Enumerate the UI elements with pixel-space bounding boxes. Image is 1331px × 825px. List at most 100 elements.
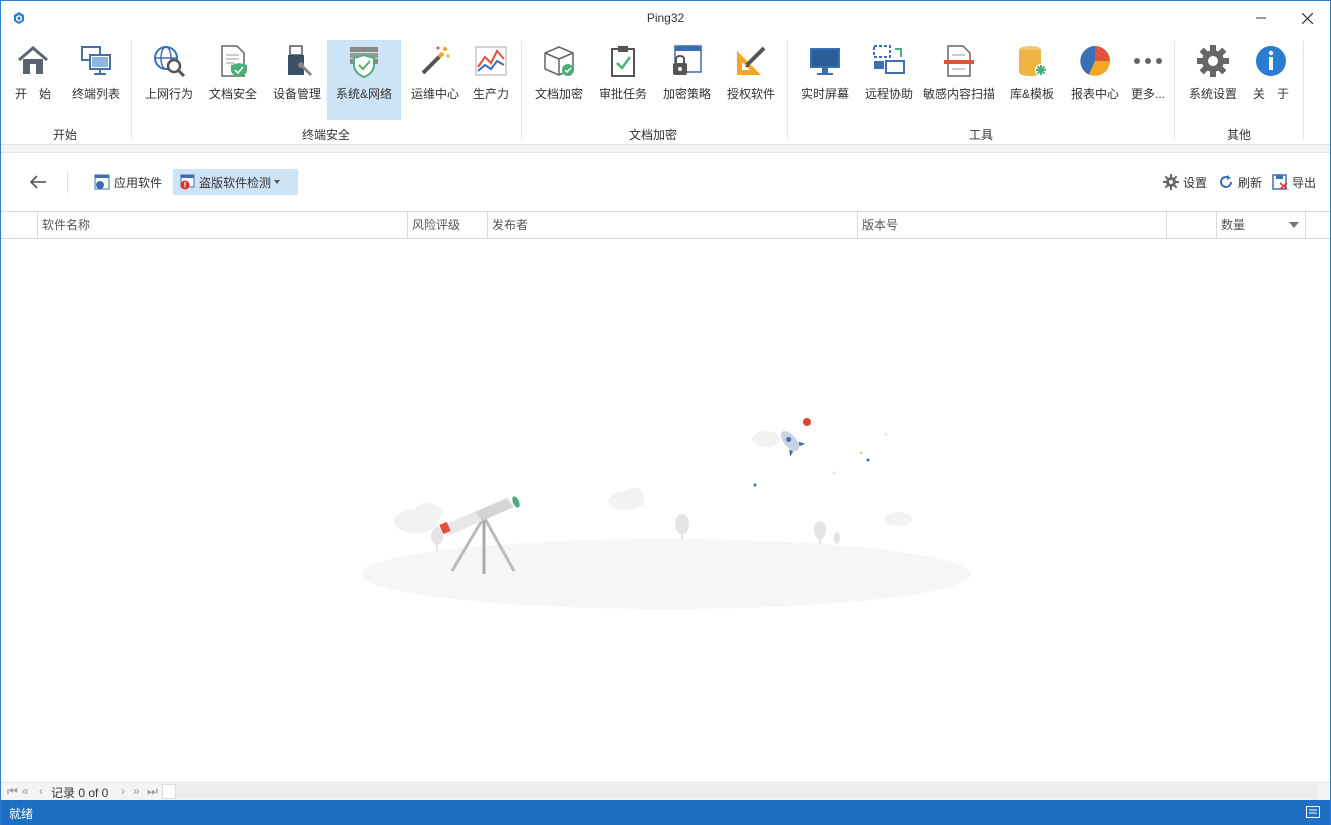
column-risk-level[interactable]: 风险评级 <box>407 212 487 238</box>
caret-down-icon <box>274 180 281 184</box>
ribbon-terminal-list-button[interactable]: 终端列表 <box>65 40 127 120</box>
close-button[interactable] <box>1284 1 1330 35</box>
minimize-button[interactable] <box>1238 1 1284 35</box>
first-page-icon[interactable]: ⏮ <box>7 784 18 799</box>
group-separator <box>787 41 788 139</box>
ribbon-divider <box>1 145 1330 153</box>
record-count: 记录 0 of 0 <box>51 786 109 800</box>
export-button[interactable]: 导出 <box>1266 169 1322 195</box>
monitor-icon <box>810 48 840 75</box>
ribbon-realtime-screen-button[interactable]: 实时屏幕 <box>795 40 855 120</box>
home-icon <box>18 46 48 74</box>
ribbon-report-center-button[interactable]: 报表中心 <box>1065 40 1125 120</box>
horizontal-scrollbar[interactable] <box>162 784 1317 799</box>
group-separator <box>1174 41 1175 139</box>
empty-state-telescope-illustration <box>361 418 971 609</box>
ribbon-system-settings-label: 系统设置 <box>1188 87 1237 101</box>
export-icon <box>1272 174 1288 190</box>
grid-header: 软件名称 风险评级 发布者 版本号 数量 <box>1 211 1330 239</box>
back-button[interactable] <box>23 169 57 195</box>
ribbon-device-mgmt-button[interactable]: 设备管理 <box>267 40 327 120</box>
toolbar: 应用软件 盗版软件检测 设置 刷新 导出 <box>1 154 1330 211</box>
pirated-detect-label: 盗版软件检测 <box>199 175 272 190</box>
pirated-detect-dropdown[interactable]: 盗版软件检测 <box>173 169 298 195</box>
magic-wand-icon <box>421 46 450 75</box>
lock-window-icon <box>673 45 702 75</box>
ribbon-realtime-screen-label: 实时屏幕 <box>800 87 849 101</box>
ribbon-encrypt-policy-label: 加密策略 <box>662 87 711 101</box>
ribbon-ops-center-button[interactable]: 运维中心 <box>405 40 465 120</box>
info-icon <box>1256 46 1286 76</box>
ribbon-system-network-button[interactable]: 系统&网络 <box>327 40 401 120</box>
sort-desc-icon <box>1289 222 1299 228</box>
firewall-shield-icon <box>350 47 378 79</box>
ribbon-productivity-label: 生产力 <box>472 87 509 101</box>
ribbon-more-button[interactable]: 更多... <box>1127 40 1169 120</box>
ribbon-about-label: 关 于 <box>1252 87 1289 101</box>
usb-device-icon <box>288 45 313 77</box>
ribbon-doc-encrypt-button[interactable]: 文档加密 <box>529 40 589 120</box>
ribbon-approval-task-button[interactable]: 审批任务 <box>593 40 653 120</box>
ribbon: 开 始 终端列表 开始 上网行为 文档安全 设备管理 系统&网络 运维中心 生产… <box>1 35 1330 145</box>
column-quantity[interactable]: 数量 <box>1216 212 1306 238</box>
refresh-button[interactable]: 刷新 <box>1212 169 1268 195</box>
refresh-icon <box>1220 175 1232 188</box>
ribbon-home-button[interactable]: 开 始 <box>9 40 57 120</box>
window-title: Ping32 <box>646 11 685 25</box>
ribbon-sensitive-scan-button[interactable]: 敏感内容扫描 <box>921 40 997 120</box>
clipboard-check-icon <box>611 46 635 77</box>
pie-chart-icon <box>1080 46 1110 76</box>
minimize-icon <box>1256 17 1266 19</box>
ribbon-approval-task-label: 审批任务 <box>598 87 647 101</box>
ribbon-more-label: 更多... <box>1130 87 1165 101</box>
prev-page-group-icon[interactable]: « <box>22 784 29 798</box>
ribbon-authorized-software-button[interactable]: 授权软件 <box>721 40 781 120</box>
title-bar: Ping32 <box>1 1 1330 35</box>
document-scan-icon <box>944 45 974 77</box>
ribbon-sensitive-scan-label: 敏感内容扫描 <box>922 87 995 101</box>
next-page-group-icon[interactable]: » <box>133 784 140 798</box>
column-publisher[interactable]: 发布者 <box>487 212 857 238</box>
scroll-left-button[interactable] <box>162 784 176 799</box>
ribbon-encrypt-policy-button[interactable]: 加密策略 <box>657 40 717 120</box>
pirated-warning-icon <box>180 174 195 190</box>
prev-page-icon[interactable]: ‹ <box>39 784 43 798</box>
ribbon-system-network-label: 系统&网络 <box>335 87 392 101</box>
gear-icon <box>1197 45 1229 77</box>
ribbon-doc-security-button[interactable]: 文档安全 <box>203 40 263 120</box>
ribbon-about-button[interactable]: 关 于 <box>1247 40 1295 120</box>
ribbon-doc-encrypt-label: 文档加密 <box>534 87 583 101</box>
app-window: Ping32 开 始 终端列表 开始 上网行为 文档安全 设备管理 系统&网络 … <box>0 0 1331 825</box>
app-software-tab[interactable]: 应用软件 <box>88 169 168 195</box>
remote-desktop-icon <box>873 45 905 74</box>
ribbon-productivity-button[interactable]: 生产力 <box>467 40 515 120</box>
more-dots-icon <box>1134 58 1162 64</box>
gear-icon <box>1163 174 1179 190</box>
column-blank[interactable] <box>1166 212 1216 238</box>
group-separator <box>131 41 132 139</box>
ribbon-system-settings-button[interactable]: 系统设置 <box>1183 40 1243 120</box>
ruler-pencil-icon <box>737 46 766 75</box>
arrow-left-icon <box>29 175 46 189</box>
terminal-list-icon <box>81 46 111 75</box>
group-label-doc-encrypt: 文档加密 <box>628 128 677 142</box>
refresh-label: 刷新 <box>1238 175 1263 190</box>
ribbon-library-template-button[interactable]: 库&模板 <box>1003 40 1061 120</box>
ribbon-report-center-label: 报表中心 <box>1070 87 1119 101</box>
ribbon-library-template-label: 库&模板 <box>1009 87 1054 101</box>
settings-button[interactable]: 设置 <box>1157 169 1213 195</box>
column-software-name[interactable]: 软件名称 <box>37 212 407 238</box>
group-label-start: 开始 <box>52 128 77 142</box>
keyboard-icon <box>1306 806 1320 818</box>
ribbon-web-behavior-button[interactable]: 上网行为 <box>139 40 199 120</box>
next-page-icon[interactable]: › <box>121 784 125 798</box>
column-version[interactable]: 版本号 <box>857 212 1167 238</box>
close-icon <box>1301 12 1313 24</box>
app-software-label: 应用软件 <box>114 175 163 190</box>
app-software-icon <box>94 174 110 190</box>
web-search-icon <box>154 46 186 78</box>
box-encrypt-icon <box>544 46 574 76</box>
status-text: 就绪 <box>9 807 34 821</box>
last-page-icon[interactable]: ⏭ <box>147 784 158 799</box>
ribbon-remote-assist-button[interactable]: 远程协助 <box>859 40 919 120</box>
